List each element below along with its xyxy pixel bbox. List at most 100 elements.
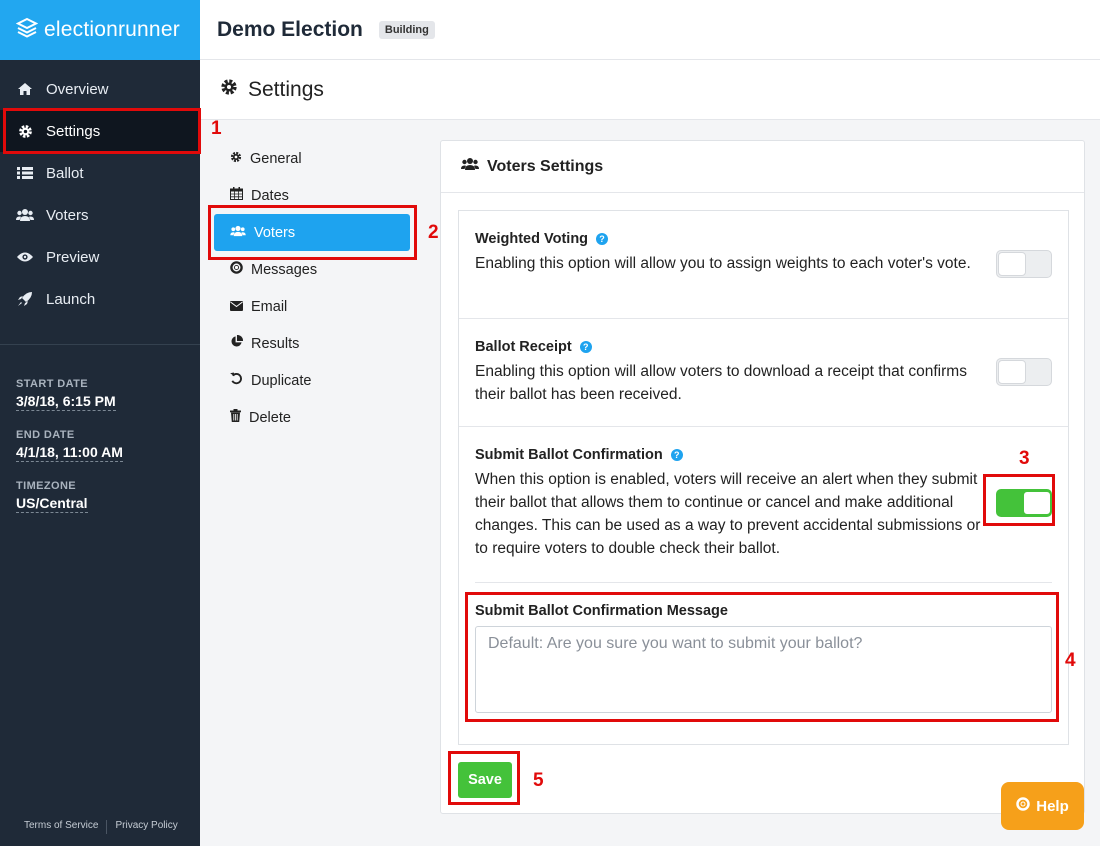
settings-list: Weighted Voting ? Enabling this option w… [458,210,1069,745]
help-label: Help [1036,797,1069,815]
submit-confirmation-toggle[interactable] [996,489,1052,517]
sidebar-item-label: Overview [46,80,109,98]
end-date-label: END DATE [16,429,75,441]
help-icon[interactable]: ? [670,449,683,461]
subnav-item-voters[interactable]: Voters [214,214,410,251]
setting-title: Ballot Receipt ? [475,339,1052,355]
lifebuoy-icon [1016,797,1030,815]
sidebar-item-label: Preview [46,248,100,266]
gear-icon [16,124,34,139]
page-header: Settings [200,60,1100,120]
sidebar-nav: Overview Settings Ballot Voters Preview … [0,68,200,320]
end-date-value[interactable]: 4/1/18, 11:00 AM [16,444,123,462]
list-icon [16,166,34,180]
subnav-item-label: Voters [254,224,296,241]
users-icon [16,208,34,222]
setting-description: When this option is enabled, voters will… [475,471,981,557]
subnav-item-label: General [250,150,302,167]
page-title: Settings [248,77,324,101]
start-date-value[interactable]: 3/8/18, 6:15 PM [16,393,116,411]
sidebar-item-voters[interactable]: Voters [0,194,200,236]
setting-weighted-voting: Weighted Voting ? Enabling this option w… [459,211,1068,319]
help-icon[interactable]: ? [579,341,592,353]
users-icon [461,157,479,176]
calendar-icon [230,187,243,204]
annotation-number-1: 1 [211,118,222,139]
start-date-label: START DATE [16,378,89,390]
setting-title-text: Ballot Receipt [475,339,572,355]
sidebar-item-label: Settings [46,122,101,140]
timezone-value[interactable]: US/Central [16,495,88,513]
help-button[interactable]: Help [1001,782,1084,830]
help-icon[interactable]: ? [596,233,609,245]
ballot-receipt-toggle[interactable] [996,358,1052,386]
gear-icon [220,78,238,101]
subnav-item-label: Results [251,335,300,352]
setting-ballot-receipt: Ballot Receipt ? Enabling this option wi… [459,319,1068,427]
divider [475,582,1052,583]
users-icon [230,225,246,241]
lifebuoy-icon [230,261,243,278]
setting-title: Weighted Voting ? [475,231,1052,247]
subnav-item-general[interactable]: General [214,140,410,177]
subnav-item-label: Duplicate [251,372,312,389]
eye-icon [16,251,34,263]
election-title: Demo Election [217,17,363,41]
annotation-number-2: 2 [428,222,439,243]
envelope-icon [230,299,243,315]
confirmation-message-input[interactable] [475,626,1052,713]
trash-icon [230,409,241,426]
subnav-item-label: Messages [251,261,318,278]
save-button[interactable]: Save [458,762,512,798]
settings-subnav: General Dates Voters Messages Email Resu… [214,140,410,436]
card-title: Voters Settings [487,157,604,175]
annotation-number-5: 5 [533,770,544,791]
election-meta: START DATE 3/8/18, 6:15 PM END DATE 4/1/… [16,378,123,531]
subnav-item-label: Delete [249,409,291,426]
top-bar: Demo Election Building [200,0,1100,60]
weighted-voting-toggle[interactable] [996,250,1052,278]
subnav-item-label: Dates [251,187,289,204]
sidebar-item-overview[interactable]: Overview [0,68,200,110]
voters-settings-card: Voters Settings Weighted Voting ? Enabli… [440,140,1085,814]
terms-link[interactable]: Terms of Service [24,820,98,834]
toggle-knob [998,360,1026,384]
privacy-link[interactable]: Privacy Policy [115,820,177,834]
setting-title-text: Submit Ballot Confirmation [475,447,663,463]
sidebar-divider [0,344,200,345]
setting-title: Submit Ballot Confirmation ? [475,447,1052,463]
timezone-label: TIMEZONE [16,480,77,492]
sidebar-item-preview[interactable]: Preview [0,236,200,278]
card-header: Voters Settings [441,141,1084,193]
setting-title-text: Weighted Voting [475,231,589,247]
home-icon [16,82,34,96]
sidebar-item-label: Voters [46,206,89,224]
sidebar-item-ballot[interactable]: Ballot [0,152,200,194]
subnav-item-label: Email [251,298,288,315]
sidebar-item-settings[interactable]: Settings [0,110,200,152]
setting-description: Enabling this option will allow voters t… [475,363,967,403]
subnav-item-duplicate[interactable]: Duplicate [214,362,410,399]
subnav-item-email[interactable]: Email [214,288,410,325]
main-content: General Dates Voters Messages Email Resu… [200,120,1100,846]
brand[interactable]: electionrunner [0,0,200,60]
subnav-item-messages[interactable]: Messages [214,251,410,288]
rocket-icon [16,291,34,307]
sidebar-item-label: Launch [46,290,96,308]
annotation-number-3: 3 [1019,448,1030,469]
brand-name: electionrunner [44,18,180,41]
pie-chart-icon [230,334,244,352]
sidebar-item-launch[interactable]: Launch [0,278,200,320]
status-badge: Building [378,20,435,39]
subnav-item-delete[interactable]: Delete [214,399,410,436]
toggle-knob [998,252,1026,276]
undo-icon [230,372,243,389]
sidebar: electionrunner Overview Settings Ballot … [0,0,200,846]
logo-icon [15,17,39,44]
toggle-knob [1023,491,1051,515]
subnav-item-results[interactable]: Results [214,325,410,362]
annotation-number-4: 4 [1065,650,1076,671]
subnav-item-dates[interactable]: Dates [214,177,410,214]
setting-description: Enabling this option will allow you to a… [475,255,971,272]
footer-divider [106,820,108,834]
